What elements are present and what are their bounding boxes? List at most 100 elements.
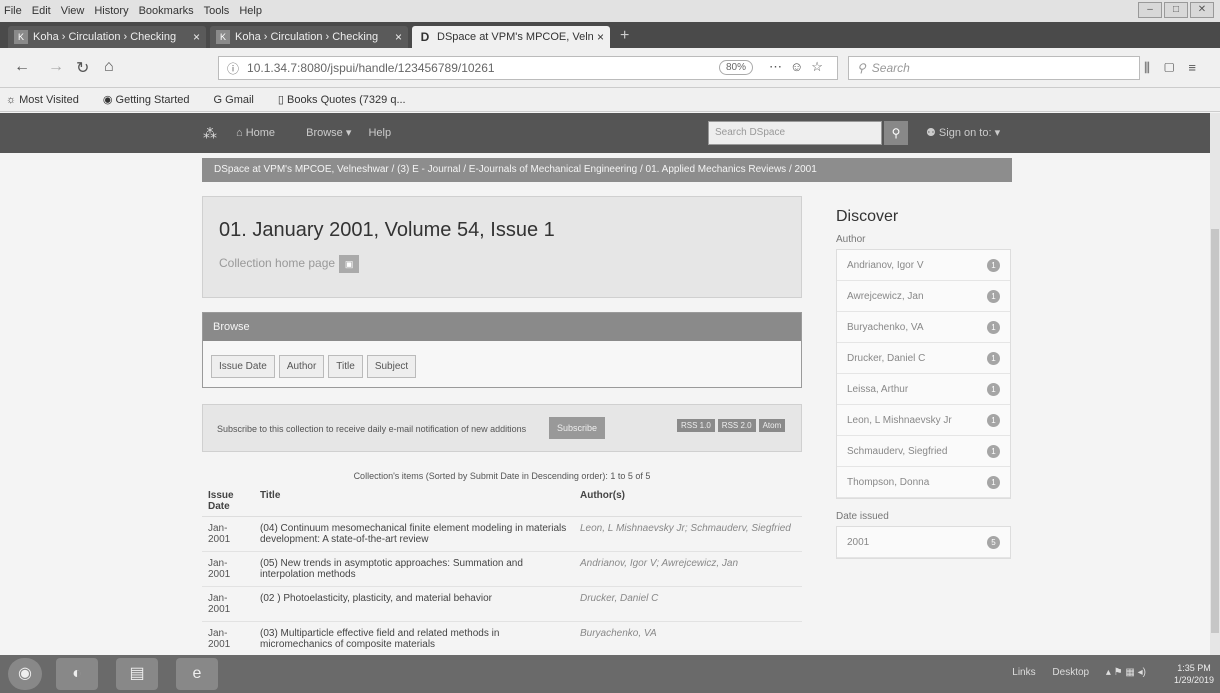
home-icon[interactable]: ⌂ — [104, 58, 114, 76]
koha-favicon-icon: K — [14, 30, 28, 44]
tab-koha-1[interactable]: K Koha › Circulation › Checking × — [8, 26, 206, 48]
facet-author-item[interactable]: Leon, L Mishnaevsky Jr 1 — [837, 405, 1010, 436]
items-table: Issue Date Title Author(s) Jan-2001 (04)… — [202, 486, 802, 656]
menu-file[interactable]: File — [4, 5, 22, 17]
sign-on-menu[interactable]: ⚉ Sign on to: ▾ — [926, 126, 1000, 139]
item-authors-link[interactable]: Andrianov, Igor V; Awrejcewicz, Jan — [574, 551, 802, 587]
library-sidebar-menu-icons[interactable]: ⫼▢≡ — [1144, 60, 1210, 76]
browse-author-button[interactable]: Author — [278, 355, 325, 378]
back-icon[interactable]: ← — [14, 58, 30, 76]
start-button-icon[interactable]: ◉ — [8, 658, 42, 690]
facet-author-item[interactable]: Leissa, Arthur 1 — [837, 374, 1010, 405]
clock-date: 1/29/2019 — [1173, 675, 1214, 685]
menu-tools[interactable]: Tools — [204, 5, 230, 17]
browse-subject-button[interactable]: Subject — [366, 355, 417, 378]
url-bar[interactable]: ⓘ 10.1.34.7:8080/jspui/handle/123456789/… — [218, 56, 838, 80]
links-toolbar[interactable]: Links — [1012, 667, 1035, 678]
discover-sidebar: Discover Author Andrianov, Igor V1 Awrej… — [836, 208, 1011, 559]
rss2-feed-button[interactable]: RSS 2.0 — [717, 419, 756, 432]
desktop-toolbar[interactable]: Desktop — [1052, 667, 1089, 678]
dspace-logo-icon[interactable]: ⁂ — [203, 125, 219, 141]
menu-history[interactable]: History — [94, 5, 128, 17]
table-row: Jan-2001 (03) Multiparticle effective fi… — [202, 621, 802, 656]
page-scrollbar[interactable] — [1210, 113, 1220, 655]
header-title[interactable]: Title — [254, 486, 574, 517]
firefox-taskbar-icon[interactable]: ◐ — [56, 658, 98, 690]
facet-author-item[interactable]: Thompson, Donna 1 — [837, 467, 1010, 498]
header-authors[interactable]: Author(s) — [574, 486, 802, 517]
page-title: 01. January 2001, Volume 54, Issue 1 — [219, 219, 555, 241]
ie-taskbar-icon[interactable]: e — [176, 658, 218, 690]
dspace-search-button[interactable]: ⚲ — [884, 121, 908, 145]
bookmark-getting-started[interactable]: ◉ Getting Started — [103, 93, 202, 106]
minimize-icon[interactable]: – — [1138, 2, 1162, 18]
tab-close-icon[interactable]: × — [395, 30, 402, 44]
browse-issue-date-button[interactable]: Issue Date — [211, 355, 275, 378]
date-facet-label: Date issued — [836, 511, 889, 522]
subscribe-button[interactable]: Subscribe — [549, 417, 606, 439]
bookmark-gmail[interactable]: G Gmail — [214, 94, 266, 106]
nav-help[interactable]: Help — [368, 127, 391, 139]
search-bar[interactable]: ⚲ Search — [848, 56, 1140, 80]
nav-home[interactable]: ⌂ Home — [236, 127, 289, 139]
collection-home-icon[interactable]: ▣ — [339, 255, 360, 273]
facet-date-item[interactable]: 2001 5 — [837, 527, 1010, 558]
tab-title: Koha › Circulation › Checking — [33, 31, 177, 43]
tab-dspace[interactable]: D DSpace at VPM's MPCOE, Velne × — [412, 26, 610, 48]
menu-help[interactable]: Help — [239, 5, 262, 17]
atom-feed-button[interactable]: Atom — [758, 419, 786, 432]
item-authors-link[interactable]: Leon, L Mishnaevsky Jr; Schmauderv, Sieg… — [574, 516, 802, 552]
bookmark-most-visited[interactable]: ☼ Most Visited — [6, 94, 91, 106]
tab-close-icon[interactable]: × — [193, 30, 200, 44]
facet-author-item[interactable]: Awrejcewicz, Jan 1 — [837, 281, 1010, 312]
date-facet-list: 2001 5 — [836, 526, 1011, 559]
menu-bookmarks[interactable]: Bookmarks — [139, 5, 194, 17]
new-tab-icon[interactable]: + — [620, 27, 629, 45]
scrollbar-thumb[interactable] — [1211, 229, 1219, 633]
search-placeholder: Search — [871, 61, 910, 75]
taskbar-clock[interactable]: 1:35 PM 1/29/2019 — [1174, 662, 1214, 686]
item-authors-link[interactable]: Buryachenko, VA — [574, 621, 802, 656]
item-title-link[interactable]: (05) New trends in asymptotic approaches… — [254, 551, 574, 587]
tray-icons[interactable]: ▴ ⚑ ▦ ◂) — [1106, 667, 1146, 678]
subscribe-panel: Subscribe to this collection to receive … — [202, 404, 802, 452]
url-text: 10.1.34.7:8080/jspui/handle/123456789/10… — [247, 61, 495, 75]
discover-heading: Discover — [836, 208, 899, 225]
menu-view[interactable]: View — [61, 5, 85, 17]
menu-edit[interactable]: Edit — [32, 5, 51, 17]
facet-author-item[interactable]: Schmauderv, Siegfried 1 — [837, 436, 1010, 467]
count-badge: 1 — [987, 413, 1000, 427]
forward-icon[interactable]: → — [48, 58, 64, 76]
system-tray: Links Desktop ▴ ⚑ ▦ ◂) — [1012, 667, 1160, 678]
menu-bar: File Edit View History Bookmarks Tools H… — [0, 0, 1220, 22]
info-icon[interactable]: ⓘ — [227, 60, 239, 77]
tab-close-icon[interactable]: × — [597, 30, 604, 44]
count-badge: 1 — [987, 475, 1000, 489]
count-badge: 1 — [987, 320, 1000, 334]
bookmark-books-quotes[interactable]: ▯ Books Quotes (7329 q... — [278, 93, 418, 106]
item-authors-link[interactable]: Drucker, Daniel C — [574, 586, 802, 622]
maximize-icon[interactable]: □ — [1164, 2, 1188, 18]
navigation-bar: ← → ↻ ⌂ ⓘ 10.1.34.7:8080/jspui/handle/12… — [0, 48, 1220, 88]
collection-home-link[interactable]: Collection home page ▣ — [219, 255, 360, 273]
page-actions-icon[interactable]: ⋯☺☆ — [769, 59, 831, 75]
explorer-taskbar-icon[interactable]: ▤ — [116, 658, 158, 690]
item-title-link[interactable]: (03) Multiparticle effective field and r… — [254, 621, 574, 656]
zoom-level[interactable]: 80% — [719, 60, 754, 75]
facet-author-item[interactable]: Buryachenko, VA 1 — [837, 312, 1010, 343]
facet-author-item[interactable]: Drucker, Daniel C1 — [837, 343, 1010, 374]
table-header-row: Issue Date Title Author(s) — [202, 486, 802, 517]
tab-koha-2[interactable]: K Koha › Circulation › Checking × — [210, 26, 408, 48]
browse-title-button[interactable]: Title — [328, 355, 363, 378]
nav-browse[interactable]: Browse ▾ — [306, 127, 351, 139]
close-window-icon[interactable]: ✕ — [1190, 2, 1214, 18]
header-issue-date[interactable]: Issue Date — [202, 486, 254, 517]
dspace-favicon-icon: D — [420, 30, 430, 44]
rss1-feed-button[interactable]: RSS 1.0 — [677, 419, 715, 432]
item-title-link[interactable]: (04) Continuum mesomechanical finite ele… — [254, 516, 574, 552]
item-title-link[interactable]: (02 ) Photoelasticity, plasticity, and m… — [254, 586, 574, 622]
dspace-search-input[interactable]: Search DSpace — [708, 121, 882, 145]
facet-author-item[interactable]: Andrianov, Igor V1 — [837, 250, 1010, 281]
breadcrumb[interactable]: DSpace at VPM's MPCOE, Velneshwar / (3) … — [202, 158, 1012, 182]
reload-icon[interactable]: ↻ — [76, 58, 89, 78]
